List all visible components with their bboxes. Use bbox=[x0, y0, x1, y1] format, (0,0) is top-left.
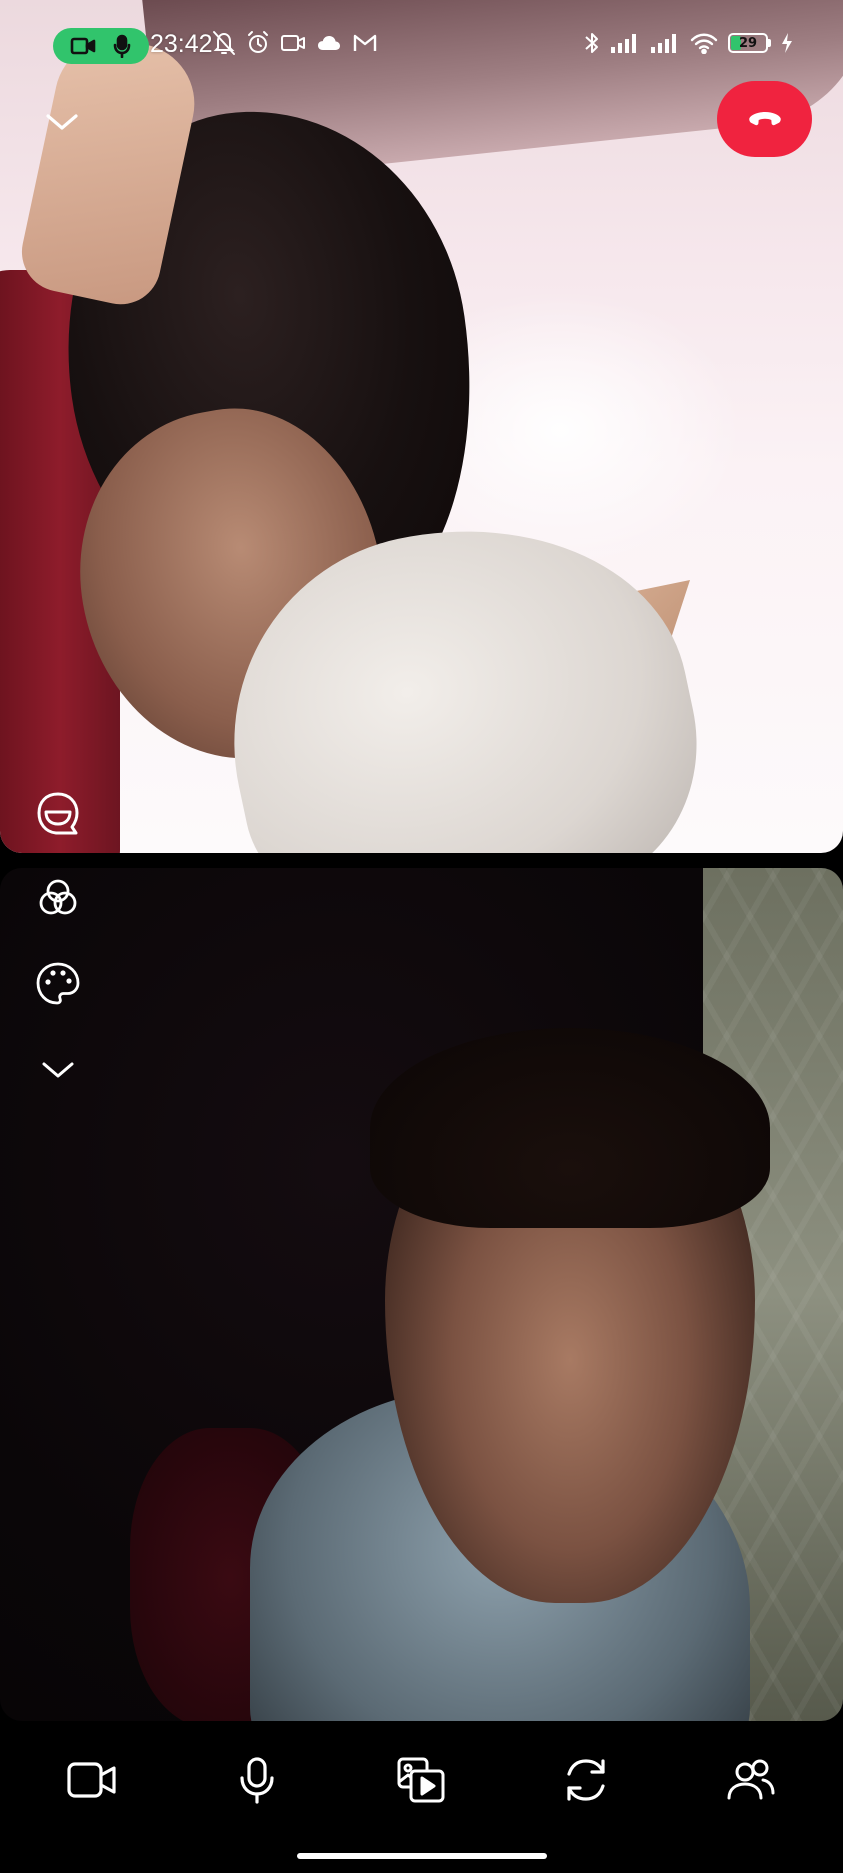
people-icon bbox=[727, 1759, 775, 1800]
signal-icon bbox=[651, 34, 676, 53]
gmail-icon bbox=[353, 34, 377, 51]
self-video-hair bbox=[370, 1028, 770, 1228]
media-button[interactable] bbox=[386, 1745, 456, 1815]
video-call-screen: 23:42 29 bbox=[0, 0, 843, 1873]
phone-hangup-icon bbox=[748, 112, 781, 126]
color-filter-button[interactable] bbox=[32, 958, 84, 1010]
alarm-clock-icon bbox=[248, 31, 268, 53]
participants-button[interactable] bbox=[716, 1745, 786, 1815]
self-video-tile[interactable] bbox=[0, 868, 843, 1721]
muted-bell-icon bbox=[213, 31, 235, 55]
charging-icon bbox=[782, 33, 792, 53]
media-share-icon bbox=[397, 1757, 445, 1803]
flip-camera-button[interactable] bbox=[551, 1745, 621, 1815]
more-tools-button[interactable] bbox=[32, 1044, 84, 1096]
microphone-icon bbox=[240, 1757, 274, 1804]
mic-active-icon bbox=[114, 34, 131, 58]
face-reaction-button[interactable] bbox=[30, 786, 86, 842]
lens-button[interactable] bbox=[32, 872, 84, 924]
call-controls-bar bbox=[0, 1740, 843, 1820]
camera-active-icon bbox=[70, 37, 95, 55]
cloud-icon bbox=[318, 36, 340, 50]
camera-button[interactable] bbox=[57, 1745, 127, 1815]
signal-icon bbox=[611, 34, 636, 53]
microphone-button[interactable] bbox=[222, 1745, 292, 1815]
end-call-button[interactable] bbox=[717, 81, 812, 157]
bluetooth-icon bbox=[585, 33, 598, 53]
minimize-call-button[interactable] bbox=[40, 100, 84, 144]
battery-indicator: 29 bbox=[728, 33, 771, 53]
video-icon bbox=[281, 35, 305, 51]
chevron-down-icon bbox=[42, 1062, 74, 1078]
flip-camera-icon bbox=[567, 1759, 605, 1801]
wifi-icon bbox=[690, 33, 718, 54]
status-bar: 23:42 29 bbox=[0, 18, 843, 74]
status-icons-right: 29 bbox=[584, 30, 793, 56]
recording-indicator[interactable] bbox=[53, 28, 149, 64]
battery-icon: 29 bbox=[728, 33, 768, 53]
chevron-down-icon bbox=[46, 114, 78, 130]
lens-icon bbox=[39, 879, 77, 915]
battery-level: 29 bbox=[738, 35, 758, 51]
home-indicator[interactable] bbox=[297, 1853, 547, 1859]
status-time: 23:42 bbox=[150, 30, 213, 58]
video-camera-icon bbox=[67, 1762, 116, 1798]
palette-icon bbox=[36, 962, 80, 1005]
status-icons-left bbox=[212, 30, 378, 56]
face-reaction-icon bbox=[37, 792, 79, 835]
battery-tip bbox=[768, 39, 771, 47]
remote-video-tile[interactable] bbox=[0, 0, 843, 853]
